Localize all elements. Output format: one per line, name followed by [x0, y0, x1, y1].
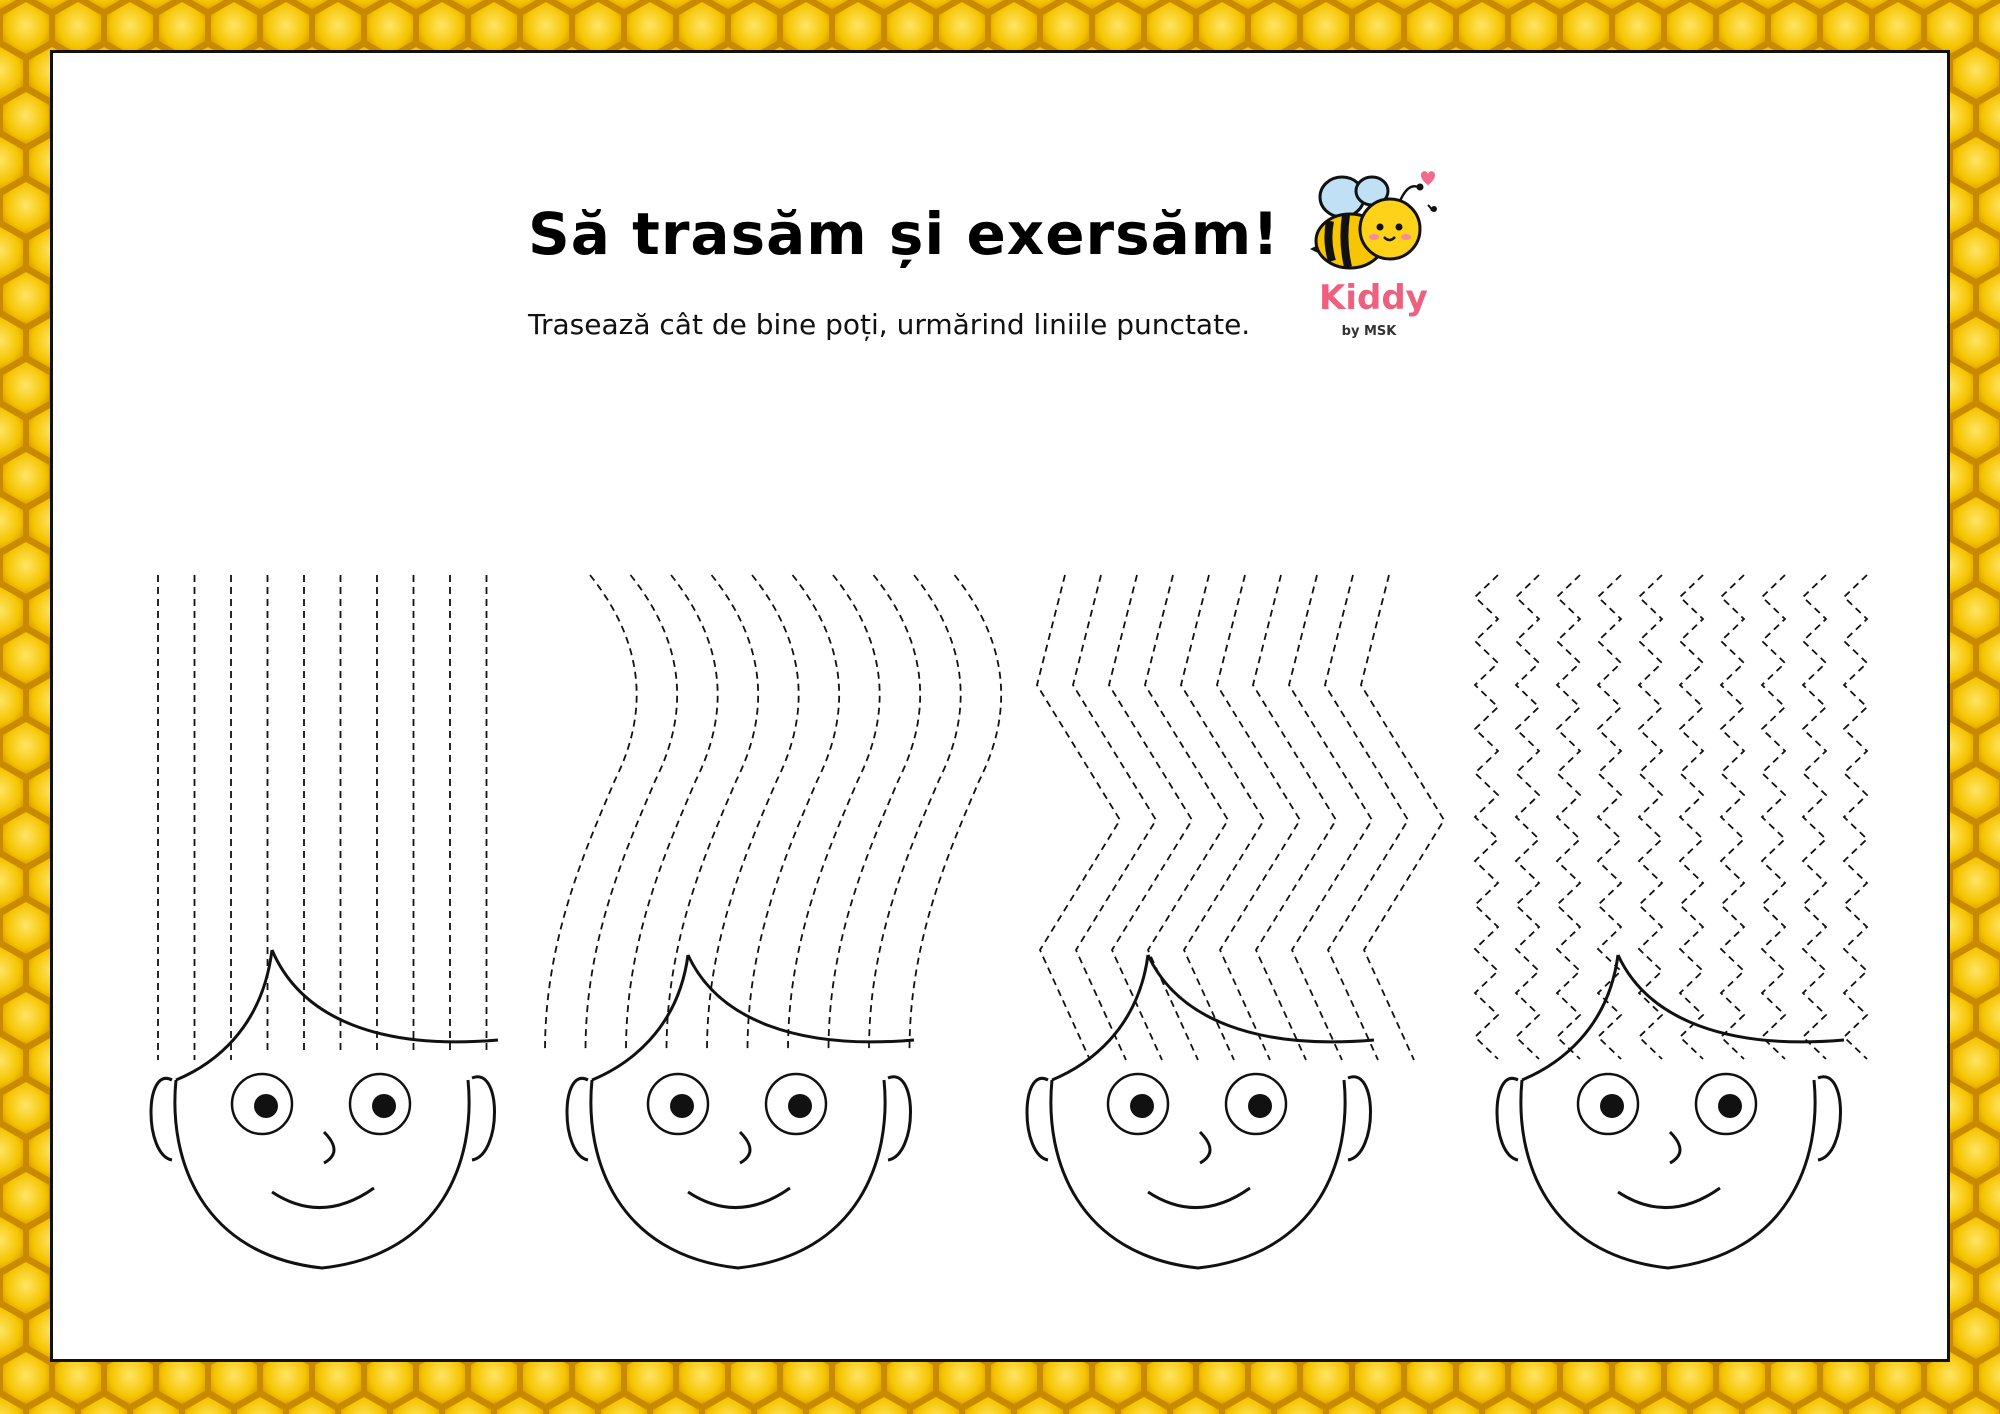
dashed-guide-line	[1036, 574, 1122, 1061]
right-eye-pupil	[1248, 1094, 1272, 1118]
dashed-guide-line	[544, 574, 638, 1051]
right-ear	[1347, 1075, 1372, 1162]
dashed-guide-line	[908, 574, 1003, 1051]
dashed-guide-line	[1473, 574, 1500, 1060]
hairline-left	[1051, 954, 1150, 1082]
left-eye-pupil	[254, 1094, 278, 1118]
dashed-guide-line	[827, 574, 922, 1051]
dashed-guide-line	[1637, 574, 1664, 1060]
face	[1519, 1079, 1817, 1270]
dashed-guide-line	[1760, 574, 1787, 1060]
dashed-guide-line	[1072, 574, 1158, 1061]
left-ear	[1025, 1076, 1049, 1162]
tracing-exercise-3-zigzag-large	[1025, 574, 1446, 1270]
dashed-guide-line	[665, 574, 760, 1051]
dashed-guide-line	[584, 574, 679, 1051]
dashed-guide-line	[1360, 574, 1446, 1061]
tracing-exercise-4-zigzag-small	[1473, 574, 1869, 1270]
dashed-guide-line	[1108, 574, 1194, 1061]
left-eye-pupil	[670, 1094, 694, 1118]
right-ear	[887, 1075, 912, 1162]
dashed-guide-line	[1252, 574, 1338, 1061]
dashed-guide-line	[787, 574, 881, 1051]
left-eye-pupil	[1600, 1094, 1624, 1118]
tracing-area	[149, 574, 1869, 1270]
right-eye-pupil	[372, 1094, 396, 1118]
tracing-exercise-2-wavy	[544, 574, 1003, 1270]
face	[589, 1079, 887, 1270]
dashed-guide-line	[1678, 574, 1705, 1060]
hairline-right	[270, 949, 499, 1044]
dashed-guide-line	[746, 574, 841, 1051]
dashed-guide-line	[1719, 574, 1746, 1060]
dashed-guide-line	[1555, 574, 1582, 1060]
left-ear	[1495, 1076, 1519, 1162]
dashed-guide-line	[1144, 574, 1230, 1061]
dashed-guide-line	[1216, 574, 1302, 1061]
dashed-guide-line	[1288, 574, 1374, 1061]
left-ear	[565, 1076, 589, 1162]
dashed-guide-line	[868, 574, 962, 1051]
left-eye-pupil	[1130, 1094, 1154, 1118]
hairline-right	[686, 954, 915, 1044]
tracing-exercise-1-straight	[149, 575, 499, 1270]
right-ear	[1817, 1075, 1842, 1162]
dashed-guide-line	[706, 574, 800, 1051]
left-ear	[149, 1076, 173, 1162]
face	[173, 1079, 471, 1270]
right-eye-pupil	[788, 1094, 812, 1118]
dashed-guide-line	[1514, 574, 1541, 1060]
hairline-right	[1616, 954, 1845, 1044]
right-ear	[471, 1075, 496, 1162]
hairline-left	[175, 949, 274, 1082]
face	[1049, 1079, 1347, 1270]
dashed-guide-line	[1801, 574, 1828, 1060]
dashed-guide-line	[1324, 574, 1410, 1061]
dashed-guide-line	[1842, 574, 1869, 1060]
hairline-right	[1146, 954, 1375, 1044]
right-eye-pupil	[1718, 1094, 1742, 1118]
dashed-guide-line	[1180, 574, 1266, 1061]
